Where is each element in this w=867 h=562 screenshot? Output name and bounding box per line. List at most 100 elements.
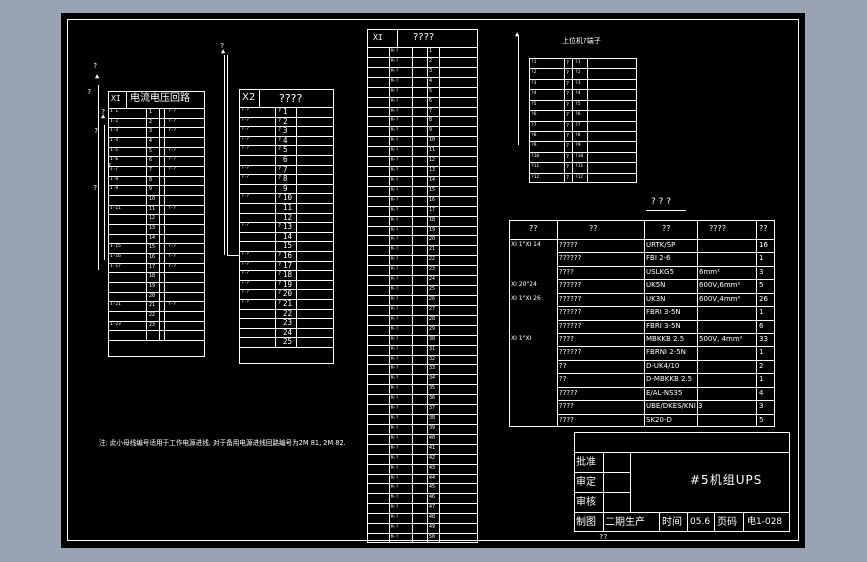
cell-wire-label: M-? (391, 395, 399, 401)
cell-terminal-number: 20 (429, 236, 436, 243)
arrow-icon: ▲ (95, 72, 100, 80)
question-mark-label: ? (107, 162, 112, 170)
cell-wire-label: M-? (391, 176, 399, 182)
cell-terminal-number: 32 (429, 355, 436, 362)
bom-cell: URTK/SP (646, 241, 676, 249)
row-divider (367, 116, 478, 118)
cell-circle-mark: ? (566, 143, 570, 150)
cell-circle-mark: ? (278, 127, 282, 134)
cell-wire-label: ?8 (531, 132, 537, 138)
cell-wire-label: M-? (391, 325, 399, 331)
cell-wire-label: M-? (391, 474, 399, 480)
row-divider (529, 130, 637, 132)
cell-terminal-number: 3 (149, 128, 153, 135)
bom-cell: ?????? (559, 308, 582, 317)
cell-terminal-number: 22 (283, 308, 293, 318)
row-divider (367, 344, 478, 346)
cell-destination: ?-? (168, 157, 177, 163)
bom-cell: ????? (559, 241, 578, 249)
cell-terminal-number: ?11 (575, 164, 584, 170)
cell-circle-mark: ? (566, 70, 570, 77)
cell-terminal-number: 14 (429, 176, 436, 183)
bom-cell: SK20-D (646, 415, 672, 424)
row-divider (367, 126, 478, 128)
row-divider (367, 483, 478, 485)
cell-wire-label: 1-21 (110, 302, 121, 308)
cell-circle-mark: ? (278, 108, 282, 114)
bom-cell: 26 (759, 294, 768, 303)
row-divider (108, 127, 205, 129)
cell-terminal-number: 7 (149, 167, 153, 173)
cell-wire-label: M-? (391, 67, 399, 73)
cell-circle-mark: ? (566, 164, 570, 171)
arrow-icon: ▲ (101, 112, 106, 120)
row-divider (557, 292, 775, 294)
row-divider (529, 99, 637, 101)
cell-wire-label: 1-2 (110, 118, 119, 124)
cell-terminal-number: 16 (429, 196, 436, 203)
cell-terminal-number: 24 (283, 327, 293, 337)
time-value: 05.6 (690, 517, 711, 527)
bom-header-cell: ???? (709, 224, 726, 233)
row-divider (557, 306, 775, 308)
row-divider (108, 282, 205, 283)
cell-terminal-number: ?6 (575, 112, 581, 118)
cell-wire-label: 1-15 (110, 244, 121, 250)
cell-terminal-number: 48 (429, 514, 436, 521)
cell-circle-mark: ? (566, 60, 570, 66)
cell-terminal-number: 11 (283, 203, 293, 212)
cell-terminal-number: 22 (429, 256, 436, 263)
row-divider (529, 89, 637, 91)
cell-terminal-number: 10 (283, 193, 293, 203)
cell-wire-label: 1-17 (110, 263, 121, 269)
cell-terminal-number: 23 (149, 321, 156, 328)
cell-circle-mark: ? (566, 101, 570, 108)
row-divider (367, 503, 478, 505)
question-mark-label: ? (93, 62, 98, 70)
block-id-label: XI (111, 94, 121, 103)
bom-cell: ?? (559, 375, 567, 384)
cell-circle-mark: ? (566, 122, 570, 129)
cell-terminal-number: 23 (283, 318, 293, 328)
cell-destination: ?-? (168, 167, 177, 172)
cell-wire-label: M-? (391, 226, 399, 232)
cell-terminal-number: 10 (149, 196, 156, 202)
cell-terminal-number: 9 (429, 127, 433, 134)
cell-terminal-number: 3 (283, 126, 288, 136)
row-divider (108, 272, 205, 274)
cell-wire-label: M-? (391, 97, 399, 103)
cell-circle-mark: ? (566, 153, 570, 160)
row-divider (367, 245, 478, 247)
row-divider (108, 146, 205, 148)
cell-terminal-number: 8 (429, 117, 433, 124)
terminal-block-upper-right: 上位机?端子 ?1? ?1 ?2? ?2 ?3? ?3 ?4? ?4 ?5? ?5 ?6? ?6 ?7?… (529, 38, 637, 183)
cell-terminal-number: 20 (283, 289, 293, 299)
bom-cell: XI 1"XI 14 (511, 241, 541, 248)
cell-terminal-number: 1 (429, 48, 433, 54)
page-label: 页码 (717, 517, 737, 528)
cell-wire-label: M-? (391, 296, 399, 301)
cell-wire-label: ?-? (241, 117, 250, 123)
cell-terminal-number: 2 (149, 118, 153, 125)
row-divider (367, 433, 478, 435)
row-divider (367, 76, 478, 78)
cell-terminal-number: ?9 (575, 143, 581, 149)
arrow-icon: ▲ (515, 30, 520, 38)
terminal-block-middle: XI ???? M-? 1 M-? 2 M-? 3 M-? 4 M-? 5 M-? 6 M-? 7 M-? 8… (367, 29, 478, 543)
bom-cell: FBI 2-6 (646, 254, 671, 263)
bom-cell: ?????? (559, 254, 582, 263)
cell-wire-label: M-? (391, 315, 399, 321)
row-divider (367, 394, 478, 396)
cell-wire-label: M-? (391, 494, 399, 500)
row-divider (367, 453, 478, 455)
cell-terminal-number: 19 (429, 226, 436, 233)
lead-line (227, 55, 228, 255)
row-divider (108, 195, 205, 196)
cell-terminal-number: 25 (429, 286, 436, 293)
cell-wire-label: ?-? (241, 252, 250, 257)
row-divider (367, 423, 478, 425)
row-divider (108, 262, 205, 264)
cell-wire-label: M-? (391, 256, 399, 262)
cell-wire-label: ?11 (531, 164, 540, 170)
bom-cell: E/AL-NS35 (646, 388, 683, 397)
